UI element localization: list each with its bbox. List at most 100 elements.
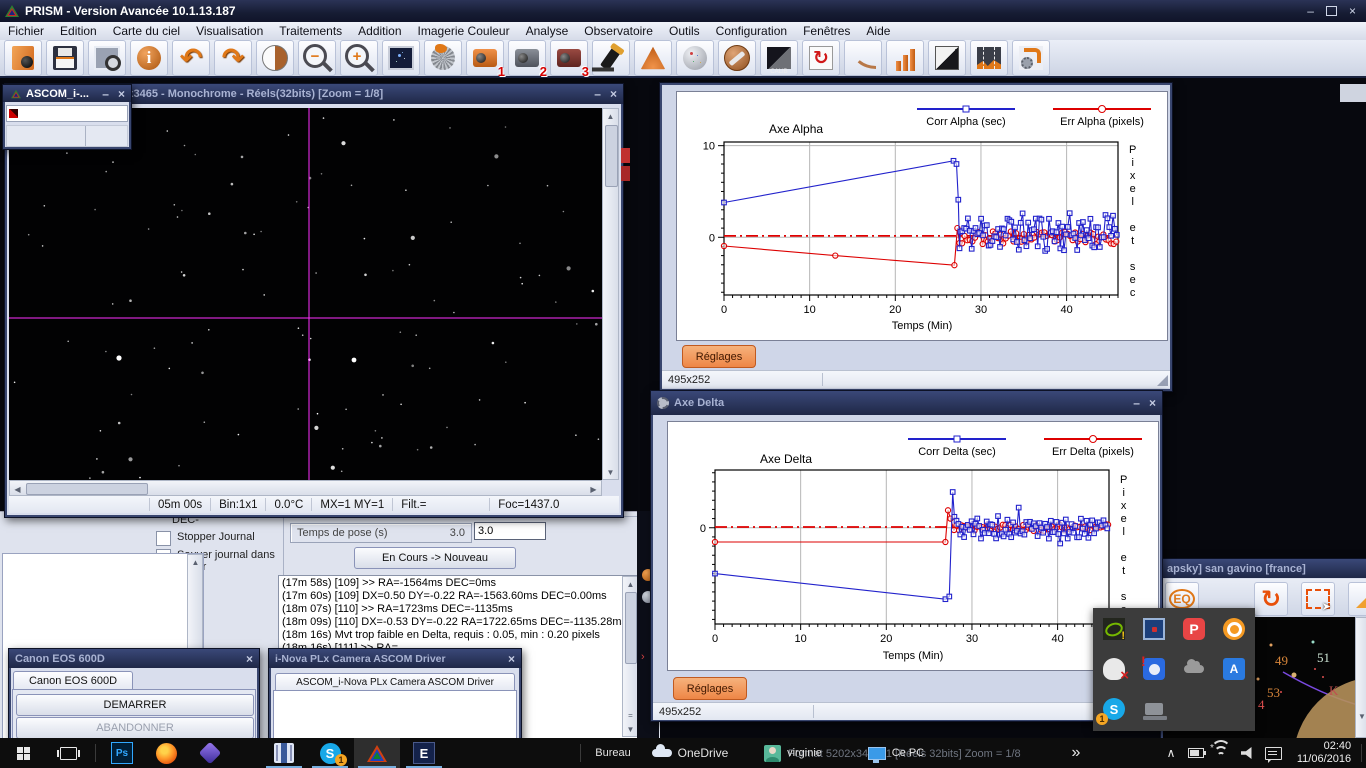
- ascom-minimize-button[interactable]: –: [102, 89, 109, 99]
- image-close-button[interactable]: ×: [610, 89, 617, 99]
- toolbar-camera-3-button[interactable]: 3: [550, 40, 588, 76]
- tray-translator-icon[interactable]: [1214, 649, 1254, 689]
- video-app-taskbar-button[interactable]: [262, 738, 306, 768]
- toolbar-contrast-square-button[interactable]: [928, 40, 966, 76]
- toolbar-open-image-button[interactable]: [4, 40, 42, 76]
- menu-item-fichier[interactable]: Fichier: [0, 22, 52, 40]
- scroll-left-icon[interactable]: ◀: [10, 482, 25, 496]
- menu-item-observatoire[interactable]: Observatoire: [576, 22, 661, 40]
- resize-grip[interactable]: [1157, 375, 1168, 386]
- scroll-up-icon[interactable]: ▲: [603, 109, 618, 123]
- image-hscrollbar[interactable]: ◀ ▶: [9, 480, 602, 496]
- delta-titlebar[interactable]: Axe Delta –×: [651, 391, 1162, 415]
- toolbar-redo-button[interactable]: [214, 40, 252, 76]
- canon-titlebar[interactable]: Canon EOS 600D ×: [9, 649, 259, 668]
- gem-app-taskbar-button[interactable]: [188, 738, 232, 768]
- bureau-toolbar[interactable]: Bureau: [588, 738, 638, 768]
- skymap-vscrollbar[interactable]: ▼: [1355, 617, 1366, 738]
- image-vscrollbar[interactable]: ▲ ▼: [602, 108, 619, 480]
- skymap-titlebar[interactable]: apsky] san gavino [france]: [1161, 559, 1366, 578]
- scroll-down-icon[interactable]: ▼: [623, 722, 638, 736]
- toolbar-tools-wrench-button[interactable]: [718, 40, 756, 76]
- toolbar-robot-arm-button[interactable]: [1012, 40, 1050, 76]
- ascom-close-button[interactable]: ×: [118, 89, 125, 99]
- toolbar-undo-button[interactable]: [172, 40, 210, 76]
- toolbar-chart-3d-button[interactable]: [886, 40, 924, 76]
- toolbar-zoom-in-button[interactable]: [340, 40, 378, 76]
- tray-a-antivirus-icon[interactable]: [1214, 609, 1254, 649]
- notifications-tray-icon[interactable]: [1260, 738, 1286, 768]
- canon-tab[interactable]: Canon EOS 600D: [13, 671, 133, 690]
- user-toolbar[interactable]: virginie: [748, 738, 838, 768]
- restore-button[interactable]: [1326, 6, 1337, 16]
- toolbar-zoom-out-button[interactable]: [298, 40, 336, 76]
- skype-taskbar-button[interactable]: S 1: [308, 738, 352, 768]
- menu-item-outils[interactable]: Outils: [661, 22, 708, 40]
- toolbar-image-preview-button[interactable]: [382, 40, 420, 76]
- alpha-settings-button[interactable]: Réglages: [682, 345, 756, 368]
- battery-tray-icon[interactable]: [1184, 738, 1208, 768]
- tray-alarm-icon[interactable]: [1134, 649, 1174, 689]
- demarrer-button[interactable]: DEMARRER: [16, 694, 254, 716]
- toolbar-rotate-button[interactable]: [802, 40, 840, 76]
- minimize-button[interactable]: –: [1307, 4, 1314, 18]
- ruler-button[interactable]: [1348, 582, 1366, 616]
- scroll-right-icon[interactable]: ▶: [586, 482, 601, 496]
- menu-item-edition[interactable]: Edition: [52, 22, 105, 40]
- toolbar-camera-2-button[interactable]: 2: [508, 40, 546, 76]
- scroll-up-icon[interactable]: ▲: [623, 577, 638, 591]
- prism-taskbar-button[interactable]: [354, 738, 400, 768]
- close-button[interactable]: ×: [1349, 4, 1356, 18]
- tray-skype-icon[interactable]: 1: [1094, 689, 1134, 729]
- scroll-split-icon[interactable]: =: [623, 708, 638, 722]
- menu-item-traitements[interactable]: Traitements: [271, 22, 350, 40]
- toolbar-camera-1-button[interactable]: 1: [466, 40, 504, 76]
- tray-remote-icon[interactable]: [1134, 689, 1174, 729]
- menu-item-aide[interactable]: Aide: [858, 22, 898, 40]
- ascom-titlebar[interactable]: ASCOM_i-... –×: [3, 85, 131, 102]
- toolbar-peak-3d-button[interactable]: [634, 40, 672, 76]
- scroll-up-icon[interactable]: ▲: [188, 555, 203, 569]
- toolbar-calibration-button[interactable]: CALIB: [760, 40, 798, 76]
- selection-button[interactable]: ➤: [1301, 582, 1335, 616]
- vscroll-thumb[interactable]: [605, 125, 618, 187]
- menu-item-configuration[interactable]: Configuration: [708, 22, 795, 40]
- inova-tab[interactable]: ASCOM_i-Nova PLx Camera ASCOM Driver: [275, 673, 515, 691]
- refresh-button[interactable]: ↻: [1254, 582, 1288, 616]
- log-scroll-thumb[interactable]: [625, 592, 637, 664]
- wifi-tray-icon[interactable]: *: [1208, 738, 1234, 768]
- menu-item-fen-tres[interactable]: Fenêtres: [795, 22, 858, 40]
- scroll-down-icon[interactable]: ▼: [1356, 709, 1366, 723]
- inova-close-button[interactable]: ×: [508, 654, 515, 664]
- tray-nvidia-icon[interactable]: [1094, 609, 1134, 649]
- pc-toolbar[interactable]: Ce PC: [856, 738, 936, 768]
- toolbar-save-button[interactable]: [46, 40, 84, 76]
- start-button[interactable]: [0, 738, 46, 768]
- tray-p-app-icon[interactable]: P: [1174, 609, 1214, 649]
- toolbar-histogram-cut-button[interactable]: [970, 40, 1008, 76]
- tray-cloud-icon[interactable]: [1174, 649, 1214, 689]
- menu-item-carte-du-ciel[interactable]: Carte du ciel: [105, 22, 188, 40]
- toolbar-contrast-button[interactable]: [256, 40, 294, 76]
- toolbar-disc-process-button[interactable]: [424, 40, 462, 76]
- toolbar-curve-button[interactable]: [844, 40, 882, 76]
- e-app-taskbar-button[interactable]: E: [402, 738, 446, 768]
- menu-item-visualisation[interactable]: Visualisation: [188, 22, 271, 40]
- firefox-taskbar-button[interactable]: [144, 738, 188, 768]
- toolbar-overflow-chevron[interactable]: »: [1066, 738, 1086, 768]
- onedrive-toolbar[interactable]: OneDrive: [640, 738, 740, 768]
- ascom-input[interactable]: [6, 105, 128, 122]
- stop-journal-checkbox[interactable]: [156, 531, 171, 546]
- toolbar-info-button[interactable]: [130, 40, 168, 76]
- photoshop-taskbar-button[interactable]: Ps: [100, 738, 144, 768]
- hscroll-thumb[interactable]: [26, 483, 148, 495]
- menu-item-analyse[interactable]: Analyse: [518, 22, 577, 40]
- star-field-image[interactable]: [9, 108, 602, 480]
- canon-close-button[interactable]: ×: [246, 654, 253, 664]
- image-minimize-button[interactable]: –: [594, 89, 601, 99]
- menu-item-imagerie-couleur[interactable]: Imagerie Couleur: [410, 22, 518, 40]
- delta-minimize-button[interactable]: –: [1133, 398, 1140, 408]
- tray-light-off-icon[interactable]: [1094, 649, 1134, 689]
- toolbar-celestial-sphere-button[interactable]: [676, 40, 714, 76]
- delta-close-button[interactable]: ×: [1149, 398, 1156, 408]
